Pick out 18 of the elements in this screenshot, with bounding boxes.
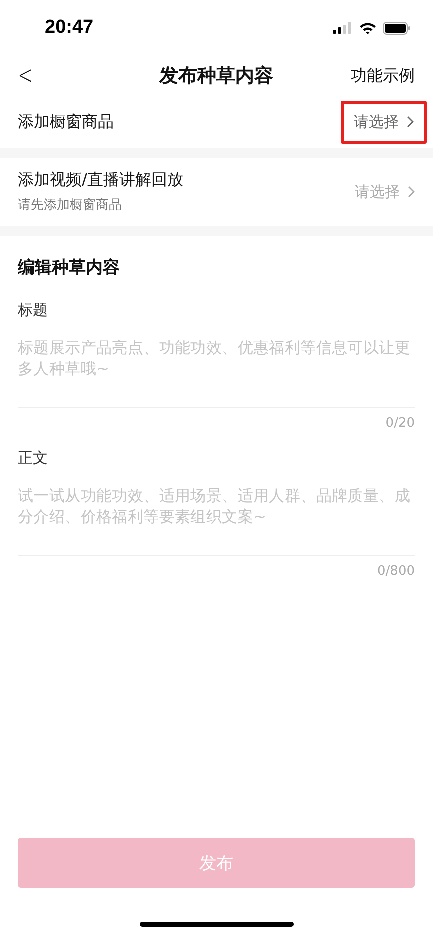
wifi-icon bbox=[359, 22, 377, 34]
example-link[interactable]: 功能示例 bbox=[351, 66, 415, 86]
row-label: 添加橱窗商品 bbox=[18, 112, 114, 132]
char-count: 0/800 bbox=[378, 564, 415, 579]
chevron-icon bbox=[408, 186, 415, 198]
status-time: 20:47 bbox=[45, 17, 94, 39]
back-button[interactable]: < bbox=[18, 61, 34, 91]
chevron-icon bbox=[407, 116, 414, 128]
select-button[interactable]: 请选择 bbox=[341, 100, 427, 144]
signal-icon bbox=[333, 22, 353, 34]
char-count: 0/20 bbox=[386, 416, 415, 431]
row-label: 添加视频/直播讲解回放 bbox=[18, 170, 184, 191]
page-title: 发布种草内容 bbox=[160, 64, 274, 89]
row-hint: 请先添加橱窗商品 bbox=[18, 197, 123, 214]
field-label: 标题 bbox=[18, 301, 49, 320]
section-heading: 编辑种草内容 bbox=[18, 257, 121, 279]
field-label: 正文 bbox=[18, 449, 49, 468]
battery-icon bbox=[383, 22, 411, 34]
